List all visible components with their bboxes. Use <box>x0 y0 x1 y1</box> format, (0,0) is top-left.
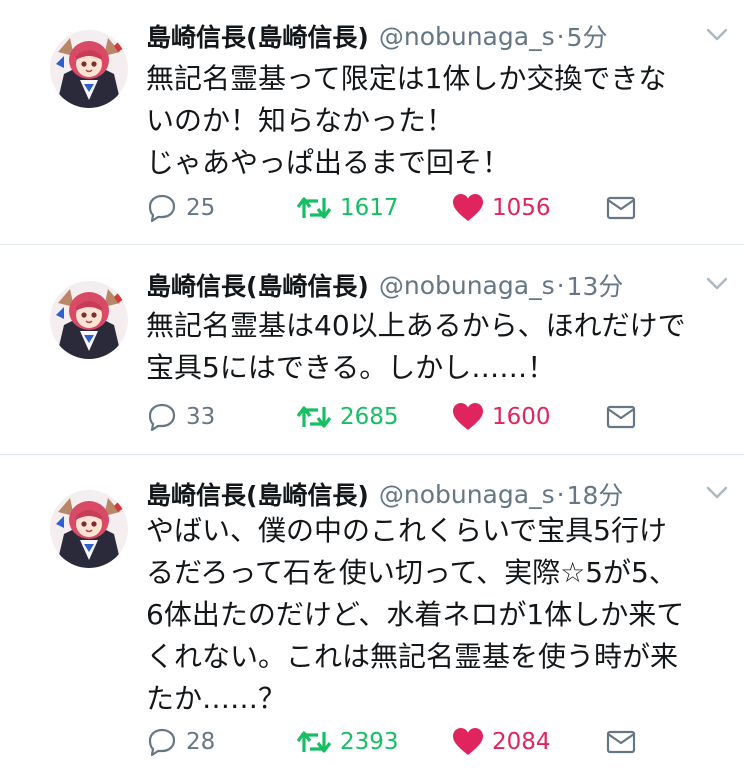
reply-button[interactable]: 33 <box>146 399 215 435</box>
tweet-header: 島崎信長(島崎信長) @nobunaga_s · 5分 <box>146 16 607 56</box>
avatar[interactable] <box>50 281 128 359</box>
separator-dot: · <box>556 479 565 509</box>
tweet-feed: 島崎信長(島崎信長) @nobunaga_s · 5分 無記名霊基って限定は1体… <box>0 0 744 775</box>
tweet-header: 島崎信長(島崎信長) @nobunaga_s · 13分 <box>146 265 623 305</box>
heart-icon <box>453 194 483 221</box>
avatar-icon <box>50 30 128 108</box>
retweet-icon <box>296 406 332 428</box>
display-name[interactable]: 島崎信長(島崎信長) <box>146 267 369 303</box>
retweet-count: 2685 <box>340 404 399 430</box>
timestamp[interactable]: 5分 <box>567 18 608 54</box>
like-button[interactable]: 1600 <box>452 399 551 435</box>
tweet[interactable]: 島崎信長(島崎信長) @nobunaga_s · 5分 無記名霊基って限定は1体… <box>0 14 744 244</box>
display-name[interactable]: 島崎信長(島崎信長) <box>146 476 369 512</box>
more-options-button[interactable] <box>704 271 730 295</box>
reply-count: 28 <box>186 729 216 755</box>
retweet-count: 1617 <box>340 195 399 221</box>
reply-icon <box>148 403 176 432</box>
direct-message-button[interactable] <box>606 190 644 226</box>
chevron-down-icon <box>706 277 728 290</box>
reply-count: 33 <box>186 404 216 430</box>
envelope-icon <box>606 730 636 754</box>
tweet[interactable]: 島崎信長(島崎信長) @nobunaga_s · 13分 無記名霊基は40以上あ… <box>0 265 744 453</box>
user-handle[interactable]: @nobunaga_s <box>379 271 555 300</box>
tweet-divider <box>0 454 744 455</box>
tweet-text-line: たか……？ <box>146 682 287 715</box>
like-count: 1600 <box>492 404 551 430</box>
user-handle[interactable]: @nobunaga_s <box>379 22 555 51</box>
display-name[interactable]: 島崎信長(島崎信長) <box>146 18 369 54</box>
tweet-text: やばい、僕の中のこれくらいで宝具5行け るだろって石を使い切って、実際☆5が5、… <box>146 510 684 720</box>
heart-icon <box>453 403 483 430</box>
tweet-text-line: いのか！知らなかった！ <box>146 104 455 137</box>
tweet-text: 無記名霊基は40以上あるから、ほれだけで 宝具5にはできる。しかし……！ <box>146 305 686 389</box>
envelope-icon <box>606 196 636 220</box>
heart-icon <box>453 728 483 755</box>
direct-message-button[interactable] <box>606 724 644 760</box>
tweet-divider <box>0 244 744 245</box>
separator-dot: · <box>556 21 565 51</box>
tweet-header: 島崎信長(島崎信長) @nobunaga_s · 18分 <box>146 474 623 514</box>
avatar[interactable] <box>50 490 128 568</box>
avatar-icon <box>50 490 128 568</box>
tweet[interactable]: 島崎信長(島崎信長) @nobunaga_s · 18分 やばい、僕の中のこれく… <box>0 474 744 774</box>
tweet-actions: 33 2685 1600 <box>146 399 646 435</box>
tweet-text: 無記名霊基って限定は1体しか交換できな いのか！知らなかった！ じゃあやっぱ出る… <box>146 58 666 184</box>
tweet-actions: 28 2393 2084 <box>146 724 646 760</box>
tweet-text-line: 宝具5にはできる。しかし……！ <box>146 351 556 384</box>
reply-button[interactable]: 25 <box>146 190 215 226</box>
like-count: 2084 <box>492 729 551 755</box>
tweet-text-line: 無記名霊基って限定は1体しか交換できな <box>146 62 667 95</box>
timestamp[interactable]: 18分 <box>567 476 624 512</box>
reply-icon <box>148 194 176 223</box>
retweet-icon <box>296 197 332 219</box>
tweet-text-line: やばい、僕の中のこれくらいで宝具5行け <box>146 514 667 547</box>
direct-message-button[interactable] <box>606 399 644 435</box>
chevron-down-icon <box>706 486 728 499</box>
more-options-button[interactable] <box>704 22 730 46</box>
tweet-text-line: くれない。これは無記名霊基を使う時が来 <box>146 640 679 673</box>
retweet-button[interactable]: 2685 <box>296 399 399 435</box>
chevron-down-icon <box>706 28 728 41</box>
tweet-actions: 25 1617 1056 <box>146 190 646 226</box>
envelope-icon <box>606 405 636 429</box>
retweet-button[interactable]: 2393 <box>296 724 399 760</box>
avatar[interactable] <box>50 30 128 108</box>
separator-dot: · <box>556 270 565 300</box>
tweet-text-line: るだろって石を使い切って、実際☆5が5、 <box>146 556 677 589</box>
timestamp[interactable]: 13分 <box>567 267 624 303</box>
reply-icon <box>148 728 176 757</box>
tweet-text-line: 6体出たのだけど、水着ネロが1体しか来て <box>146 598 685 631</box>
like-button[interactable]: 1056 <box>452 190 551 226</box>
retweet-icon <box>296 731 332 753</box>
more-options-button[interactable] <box>704 480 730 504</box>
reply-button[interactable]: 28 <box>146 724 215 760</box>
tweet-text-line: じゃあやっぱ出るまで回そ！ <box>146 146 511 179</box>
tweet-text-line: 無記名霊基は40以上あるから、ほれだけで <box>146 309 686 342</box>
like-button[interactable]: 2084 <box>452 724 551 760</box>
avatar-icon <box>50 281 128 359</box>
reply-count: 25 <box>186 195 216 221</box>
retweet-button[interactable]: 1617 <box>296 190 399 226</box>
retweet-count: 2393 <box>340 729 399 755</box>
like-count: 1056 <box>492 195 551 221</box>
user-handle[interactable]: @nobunaga_s <box>379 480 555 509</box>
